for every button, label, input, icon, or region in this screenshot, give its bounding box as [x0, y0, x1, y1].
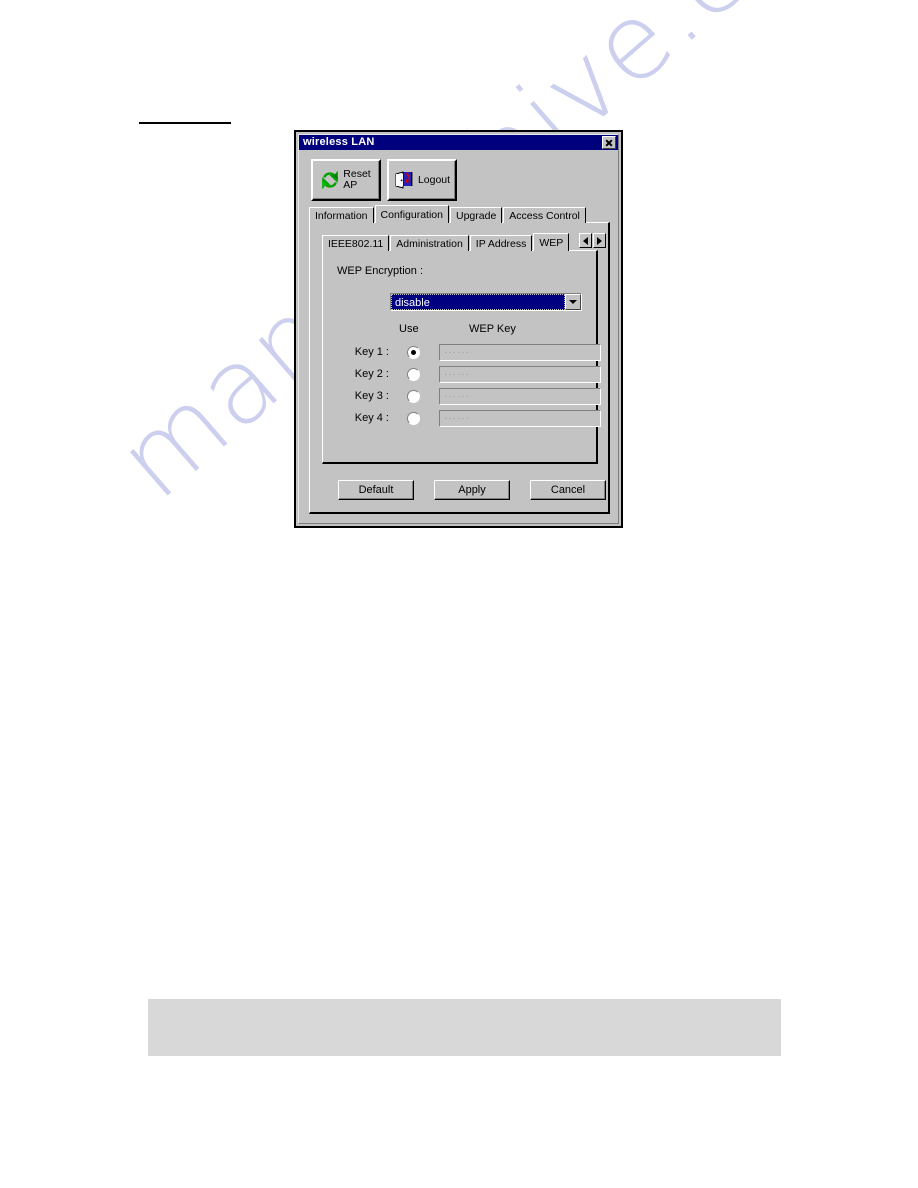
- wep-encryption-value: disable: [391, 294, 565, 310]
- tab-scroll-left-button[interactable]: [579, 233, 593, 248]
- dialog-titlebar: wireless LAN: [299, 135, 618, 150]
- default-button[interactable]: Default: [338, 480, 414, 500]
- key-3-input[interactable]: ······: [439, 387, 601, 405]
- tab-scroll-right-button[interactable]: [593, 233, 607, 248]
- tab-information[interactable]: Information: [309, 207, 374, 223]
- wireless-lan-dialog: wireless LAN Reset AP Logout Information…: [294, 130, 623, 528]
- key-3-radio[interactable]: [407, 389, 420, 403]
- wep-tabpage: WEP Encryption : disable Use WEP Key Key…: [322, 250, 601, 464]
- tab-upgrade[interactable]: Upgrade: [450, 207, 503, 223]
- logout-label: Logout: [417, 173, 451, 186]
- wep-key-row: Key 3 : ······: [323, 385, 601, 407]
- logout-button[interactable]: Logout: [387, 159, 457, 201]
- dialog-title: wireless LAN: [303, 136, 375, 148]
- key-3-label: Key 3 :: [354, 390, 389, 402]
- column-header-wep-key: WEP Key: [469, 323, 516, 335]
- column-header-use: Use: [399, 323, 419, 335]
- dialog-body: Reset AP Logout Information Configuratio…: [299, 150, 618, 523]
- chevron-down-icon[interactable]: [565, 294, 581, 310]
- arrow-right-icon: [597, 236, 603, 245]
- wep-encryption-select[interactable]: disable: [390, 293, 582, 311]
- page-header-rule: [139, 122, 231, 124]
- wep-key-row: Key 1 : ······: [323, 341, 601, 363]
- tab-scroll-buttons: [579, 233, 607, 248]
- apply-button[interactable]: Apply: [434, 480, 510, 500]
- dialog-button-row: Default Apply Cancel: [338, 480, 606, 500]
- dialog-inner-frame: wireless LAN Reset AP Logout Information…: [298, 134, 619, 524]
- wep-encryption-label: WEP Encryption :: [337, 265, 423, 277]
- close-icon[interactable]: [602, 136, 616, 149]
- key-1-label: Key 1 :: [354, 346, 389, 358]
- wep-key-row: Key 2 : ······: [323, 363, 601, 385]
- key-2-radio[interactable]: [407, 367, 420, 381]
- tab-administration[interactable]: Administration: [390, 235, 469, 251]
- tab-access-control[interactable]: Access Control: [503, 207, 586, 223]
- key-1-input[interactable]: ······: [439, 343, 601, 361]
- key-2-label: Key 2 :: [354, 368, 389, 380]
- tab-configuration[interactable]: Configuration: [374, 205, 449, 223]
- key-4-label: Key 4 :: [354, 412, 389, 424]
- inner-tabstrip: IEEE802.11 Administration IP Address WEP: [322, 233, 607, 251]
- reset-ap-button[interactable]: Reset AP: [311, 159, 381, 201]
- arrow-left-icon: [583, 236, 589, 245]
- key-4-radio[interactable]: [407, 411, 420, 425]
- dialog-toolbar: Reset AP Logout: [311, 159, 457, 201]
- refresh-icon: [321, 170, 339, 190]
- configuration-tabpage: IEEE802.11 Administration IP Address WEP: [309, 222, 610, 514]
- logout-door-icon: [394, 170, 414, 190]
- arrow-down-glyph: [569, 300, 577, 304]
- bottom-content-panel: [148, 999, 781, 1056]
- tab-ip-address[interactable]: IP Address: [469, 235, 533, 251]
- key-2-input[interactable]: ······: [439, 365, 601, 383]
- reset-ap-label: Reset AP: [343, 168, 371, 191]
- wep-key-row: Key 4 : ······: [323, 407, 601, 429]
- tab-ieee80211[interactable]: IEEE802.11: [322, 235, 390, 251]
- key-4-input[interactable]: ······: [439, 409, 601, 427]
- key-1-radio[interactable]: [407, 345, 420, 359]
- cancel-button[interactable]: Cancel: [530, 480, 606, 500]
- outer-tabstrip: Information Configuration Upgrade Access…: [309, 205, 610, 223]
- tab-wep[interactable]: WEP: [533, 233, 570, 251]
